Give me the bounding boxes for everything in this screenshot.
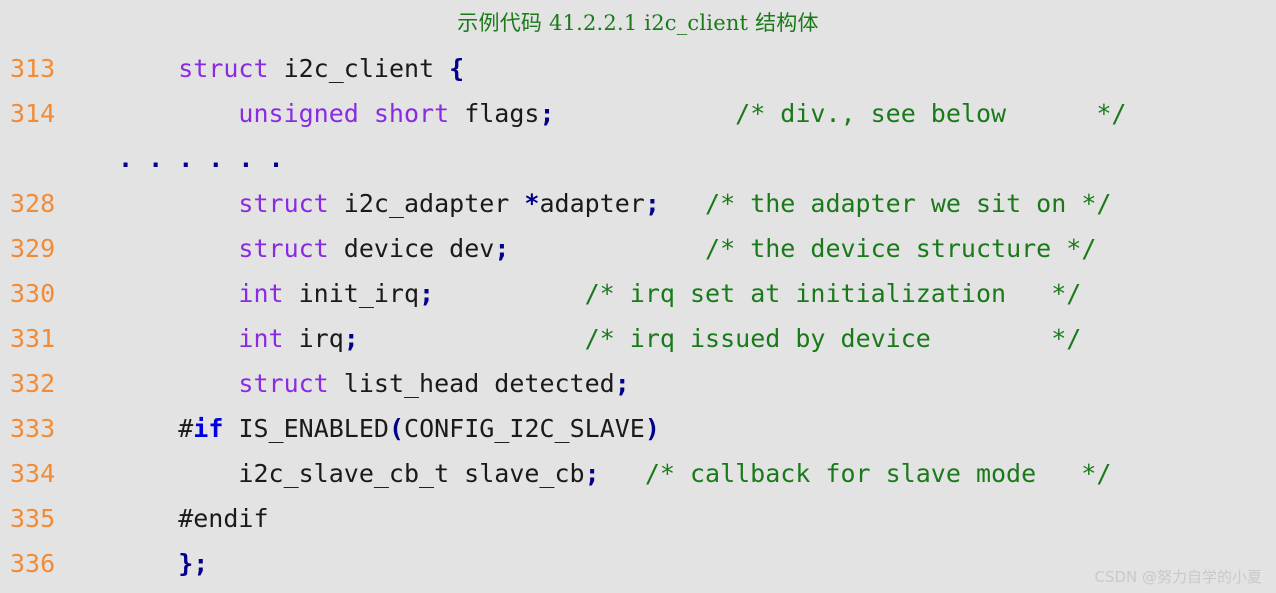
code-token-pre: if bbox=[193, 414, 224, 443]
code-token-id bbox=[660, 189, 705, 218]
code-token-cmt: /* irq set at initialization */ bbox=[584, 279, 1082, 308]
line-number: 334 bbox=[10, 459, 56, 488]
code-token-id bbox=[118, 234, 238, 263]
code-token-kw: int bbox=[238, 324, 284, 353]
code-token-kw: struct bbox=[238, 234, 329, 263]
code-token-kw: struct bbox=[178, 54, 269, 83]
code-token-id bbox=[555, 99, 736, 128]
code-token-id: IS_ENABLED bbox=[223, 414, 389, 443]
line-number: 336 bbox=[10, 549, 56, 578]
code-line: 336 }; bbox=[0, 541, 1276, 586]
line-number: 331 bbox=[10, 324, 56, 353]
code-token-id bbox=[118, 414, 178, 443]
code-token-punc: ; bbox=[343, 324, 359, 353]
code-token-id bbox=[509, 234, 705, 263]
code-token-cmt: /* div., see below */ bbox=[735, 99, 1127, 128]
code-block: 313 struct i2c_client {314 unsigned shor… bbox=[0, 46, 1276, 586]
code-token-kw: struct bbox=[238, 369, 329, 398]
code-token-id bbox=[600, 459, 645, 488]
code-line: 330 int init_irq; /* irq set at initiali… bbox=[0, 271, 1276, 316]
code-token-id bbox=[118, 549, 178, 578]
code-line: . . . . . . bbox=[0, 136, 1276, 181]
code-line: 335 #endif bbox=[0, 496, 1276, 541]
code-token-id bbox=[118, 279, 238, 308]
code-token-hash: # bbox=[178, 414, 194, 443]
code-token-id bbox=[434, 279, 585, 308]
code-token-id: irq bbox=[283, 324, 344, 353]
code-token-punc: ) bbox=[644, 414, 660, 443]
code-line: 332 struct list_head detected; bbox=[0, 361, 1276, 406]
code-token-id bbox=[359, 324, 585, 353]
line-number: 328 bbox=[10, 189, 56, 218]
code-line-text: }; bbox=[118, 541, 208, 586]
code-token-kw: unsigned short bbox=[238, 99, 450, 128]
code-token-kw: struct bbox=[238, 189, 329, 218]
code-token-dots: . . . . . . bbox=[118, 144, 284, 173]
code-token-punc: { bbox=[449, 54, 465, 83]
code-line: 314 unsigned short flags; /* div., see b… bbox=[0, 91, 1276, 136]
code-token-cmt: /* callback for slave mode */ bbox=[644, 459, 1112, 488]
code-token-id: adapter bbox=[539, 189, 645, 218]
code-token-punc: ; bbox=[419, 279, 435, 308]
code-figure: 示例代码 41.2.2.1 i2c_client 结构体 313 struct … bbox=[0, 0, 1276, 593]
code-token-id: CONFIG_I2C_SLAVE bbox=[404, 414, 645, 443]
code-line: 333 #if IS_ENABLED(CONFIG_I2C_SLAVE) bbox=[0, 406, 1276, 451]
code-token-id bbox=[118, 324, 238, 353]
code-token-id bbox=[118, 99, 238, 128]
code-token-punc: ( bbox=[388, 414, 405, 443]
code-line: 328 struct i2c_adapter *adapter; /* the … bbox=[0, 181, 1276, 226]
code-token-cmt: /* the device structure */ bbox=[705, 234, 1097, 263]
code-line-text: struct device dev; /* the device structu… bbox=[118, 226, 1096, 271]
code-line-text: #if IS_ENABLED(CONFIG_I2C_SLAVE) bbox=[118, 406, 660, 451]
code-token-cmt: /* the adapter we sit on */ bbox=[705, 189, 1112, 218]
csdn-watermark: CSDN @努力自学的小夏 bbox=[1094, 568, 1262, 586]
code-line-text: int init_irq; /* irq set at initializati… bbox=[118, 271, 1081, 316]
code-token-punc: ; bbox=[494, 234, 510, 263]
code-line-text: struct list_head detected; bbox=[118, 361, 630, 406]
line-number: 329 bbox=[10, 234, 56, 263]
code-token-id: flags bbox=[449, 99, 540, 128]
code-token-id: i2c_adapter bbox=[328, 189, 525, 218]
code-token-id: list_head detected bbox=[328, 369, 615, 398]
code-token-punc: ; bbox=[584, 459, 600, 488]
code-line: 334 i2c_slave_cb_t slave_cb; /* callback… bbox=[0, 451, 1276, 496]
code-token-punc: * bbox=[524, 189, 540, 218]
line-number: 333 bbox=[10, 414, 56, 443]
code-token-id bbox=[118, 189, 238, 218]
code-line-text: int irq; /* irq issued by device */ bbox=[118, 316, 1081, 361]
code-ellipsis: . . . . . . bbox=[118, 136, 284, 181]
code-line: 331 int irq; /* irq issued by device */ bbox=[0, 316, 1276, 361]
code-token-punc: ; bbox=[539, 99, 555, 128]
code-token-kw: int bbox=[238, 279, 284, 308]
line-number: 332 bbox=[10, 369, 56, 398]
figure-title: 示例代码 41.2.2.1 i2c_client 结构体 bbox=[457, 11, 819, 35]
code-line-text: i2c_slave_cb_t slave_cb; /* callback for… bbox=[118, 451, 1111, 496]
line-number: 330 bbox=[10, 279, 56, 308]
code-line-text: unsigned short flags; /* div., see below… bbox=[118, 91, 1126, 136]
code-token-id: device dev bbox=[328, 234, 495, 263]
code-token-id: i2c_slave_cb_t slave_cb bbox=[118, 459, 585, 488]
code-line-text: #endif bbox=[118, 496, 269, 541]
code-line: 329 struct device dev; /* the device str… bbox=[0, 226, 1276, 271]
line-number: 314 bbox=[10, 99, 56, 128]
code-line: 313 struct i2c_client { bbox=[0, 46, 1276, 91]
code-token-punc: }; bbox=[178, 549, 209, 578]
code-line-text: struct i2c_adapter *adapter; /* the adap… bbox=[118, 181, 1111, 226]
code-line-text: struct i2c_client { bbox=[118, 46, 464, 91]
line-number: 335 bbox=[10, 504, 56, 533]
code-token-punc: ; bbox=[644, 189, 660, 218]
code-token-punc: ; bbox=[614, 369, 630, 398]
code-token-id: #endif bbox=[118, 504, 269, 533]
code-token-id: i2c_client bbox=[268, 54, 450, 83]
code-token-id bbox=[118, 54, 178, 83]
code-token-cmt: /* irq issued by device */ bbox=[584, 324, 1082, 353]
code-token-id bbox=[118, 369, 238, 398]
code-token-id: init_irq bbox=[283, 279, 420, 308]
line-number: 313 bbox=[10, 54, 56, 83]
